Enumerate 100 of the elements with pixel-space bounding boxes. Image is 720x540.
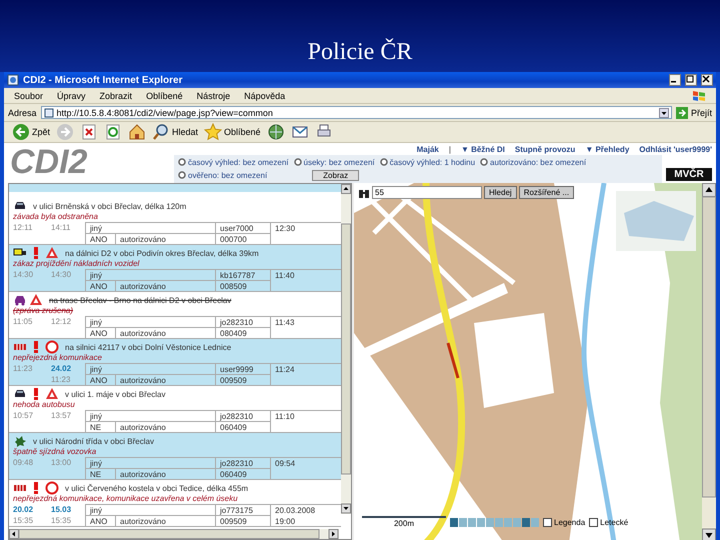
checkbox[interactable] xyxy=(543,518,552,526)
table-cell: ANO xyxy=(85,374,115,385)
table-cell: jiný xyxy=(85,269,215,280)
scrollbar[interactable] xyxy=(341,184,351,514)
nav-link[interactable]: Maják xyxy=(416,144,439,154)
filter-link[interactable]: časový výhled: bez omezení xyxy=(188,158,288,166)
menu-item[interactable]: Soubor xyxy=(14,90,44,100)
table-cell: 060409 xyxy=(215,421,270,432)
app-logo: CDI2 xyxy=(9,143,88,183)
time-text: 12:11 xyxy=(13,222,34,233)
time-text: 11:24 xyxy=(275,364,296,375)
time-text: 11:23 xyxy=(51,374,72,385)
home-icon[interactable] xyxy=(128,123,146,141)
map-button[interactable]: Rozšířené ... xyxy=(518,186,574,199)
table-cell: jiný xyxy=(85,457,215,468)
refresh-icon[interactable] xyxy=(104,123,122,141)
search-field[interactable]: 55 xyxy=(372,186,482,199)
time-text: 13:00 xyxy=(51,457,72,468)
table-cell: jiný xyxy=(85,222,215,233)
checkbox-label: Legenda xyxy=(554,518,586,526)
globe-icon[interactable] xyxy=(266,123,285,141)
time-text: 14:30 xyxy=(13,269,34,280)
time-text: 15:35 xyxy=(13,515,34,526)
windows-logo-icon xyxy=(692,89,706,102)
menu-item[interactable]: Nápověda xyxy=(244,90,286,100)
nav-link[interactable]: Odhlásit 'user9999' xyxy=(639,144,712,154)
table-cell: autorizováno xyxy=(115,374,215,385)
scrollbar[interactable] xyxy=(9,529,339,539)
date-text: 24.02 xyxy=(51,363,72,374)
radio-icon[interactable] xyxy=(480,158,488,166)
back-arrow-button[interactable]: Zpět xyxy=(12,123,50,141)
table-cell: kb167787 xyxy=(215,269,270,280)
star-button[interactable]: Oblíbené xyxy=(204,123,261,141)
table-cell: 009509 xyxy=(215,374,270,385)
menu-item[interactable]: Oblíbené xyxy=(146,90,183,100)
car-icon xyxy=(13,293,27,307)
menu-item[interactable]: Zobrazit xyxy=(100,90,132,100)
radio-icon[interactable] xyxy=(380,158,388,166)
nav-link[interactable]: ▼ Běžné DI xyxy=(460,144,505,154)
table-cell: user9999 xyxy=(215,363,270,374)
event-note: špatně sjízdná vozovka xyxy=(12,447,98,457)
event-note: (zpráva zrušena) xyxy=(12,306,74,316)
filter-link[interactable]: autorizováno: bez omezení xyxy=(490,158,586,166)
time-text: 15:35 xyxy=(51,515,72,526)
show-button[interactable]: Zobraz xyxy=(312,170,360,180)
event-note: zákaz projíždění nákladních vozidel xyxy=(12,259,140,269)
table-cell: jo282310 xyxy=(215,316,270,327)
nav-link[interactable]: Stupně provozu xyxy=(514,144,576,154)
filter-link[interactable]: úseky: bez omezení xyxy=(304,158,375,166)
table-cell: autorizováno xyxy=(115,327,215,338)
close-button[interactable] xyxy=(701,74,713,86)
filter-link[interactable]: časový výhled: 1 hodinu xyxy=(390,158,476,166)
event-location: na silnici 42117 v obci Dolní Věstonice Lednice xyxy=(65,342,232,352)
time-text: 14:30 xyxy=(51,269,72,280)
scrollbar[interactable] xyxy=(702,183,716,540)
table-cell: jiný xyxy=(85,504,215,515)
radio-icon[interactable] xyxy=(294,158,302,166)
menu-item[interactable]: Úpravy xyxy=(57,90,86,100)
star-icon[interactable] xyxy=(204,123,222,141)
nav-link[interactable]: ▼ Přehledy xyxy=(585,144,630,154)
event-location: v ulici 1. máje v obci Břeclav xyxy=(65,390,166,398)
checkbox-label: Letecké xyxy=(600,518,628,526)
time-text: 13:57 xyxy=(51,410,72,421)
address-field[interactable]: http://10.5.8.4:8081/cdi2/view/page.jsp?view=common xyxy=(40,106,672,119)
search-icon[interactable] xyxy=(152,123,170,141)
table-cell: autorizováno xyxy=(115,280,215,291)
table-cell: 009509 xyxy=(215,515,270,526)
map-button[interactable]: Hledej xyxy=(484,186,517,199)
table-cell: jiný xyxy=(85,410,215,421)
checkbox[interactable] xyxy=(589,518,598,526)
go-arrow-icon[interactable] xyxy=(676,106,688,118)
event-location: v ulici Červeného kostela v obci Tedice, délka 455m xyxy=(65,484,248,492)
table-cell: ANO xyxy=(85,327,115,338)
table-cell: autorizováno xyxy=(115,421,215,432)
go-button[interactable]: Přejít xyxy=(676,106,712,118)
minimize-button[interactable] xyxy=(669,74,681,86)
event-note: nehoda autobusu xyxy=(12,400,76,410)
menu-item[interactable]: Nástroje xyxy=(196,90,230,100)
filter-link[interactable]: ověřeno: bez omezení xyxy=(188,170,268,180)
table-cell: autorizováno xyxy=(115,515,215,526)
page-icon xyxy=(44,108,54,118)
table-cell: NE xyxy=(85,468,115,479)
event-location: v ulici Národní třída v obci Břeclav xyxy=(33,436,154,446)
table-cell: 008509 xyxy=(215,280,270,291)
time-text: 09:54 xyxy=(275,458,296,469)
time-text: 11:23 xyxy=(13,363,34,374)
table-cell: 080409 xyxy=(215,327,270,338)
table-cell: NE xyxy=(85,421,115,432)
event-location: na dálnici D2 v obci Podivín okres Břeclav, délka 39km xyxy=(65,248,259,258)
table-cell: 060409 xyxy=(215,468,270,479)
table-cell: jiný xyxy=(85,363,215,374)
date-text: 15.03 xyxy=(51,504,72,515)
search-button[interactable]: Hledat xyxy=(152,123,198,141)
stop-icon[interactable] xyxy=(80,123,98,141)
time-text: 11:05 xyxy=(13,316,34,327)
maximize-button[interactable] xyxy=(685,74,697,86)
zoom-slider[interactable] xyxy=(450,518,539,526)
time-text: 10:57 xyxy=(13,410,34,421)
event-note: nepřejezdná komunikace xyxy=(12,353,103,363)
time-text: 14:11 xyxy=(51,222,72,233)
